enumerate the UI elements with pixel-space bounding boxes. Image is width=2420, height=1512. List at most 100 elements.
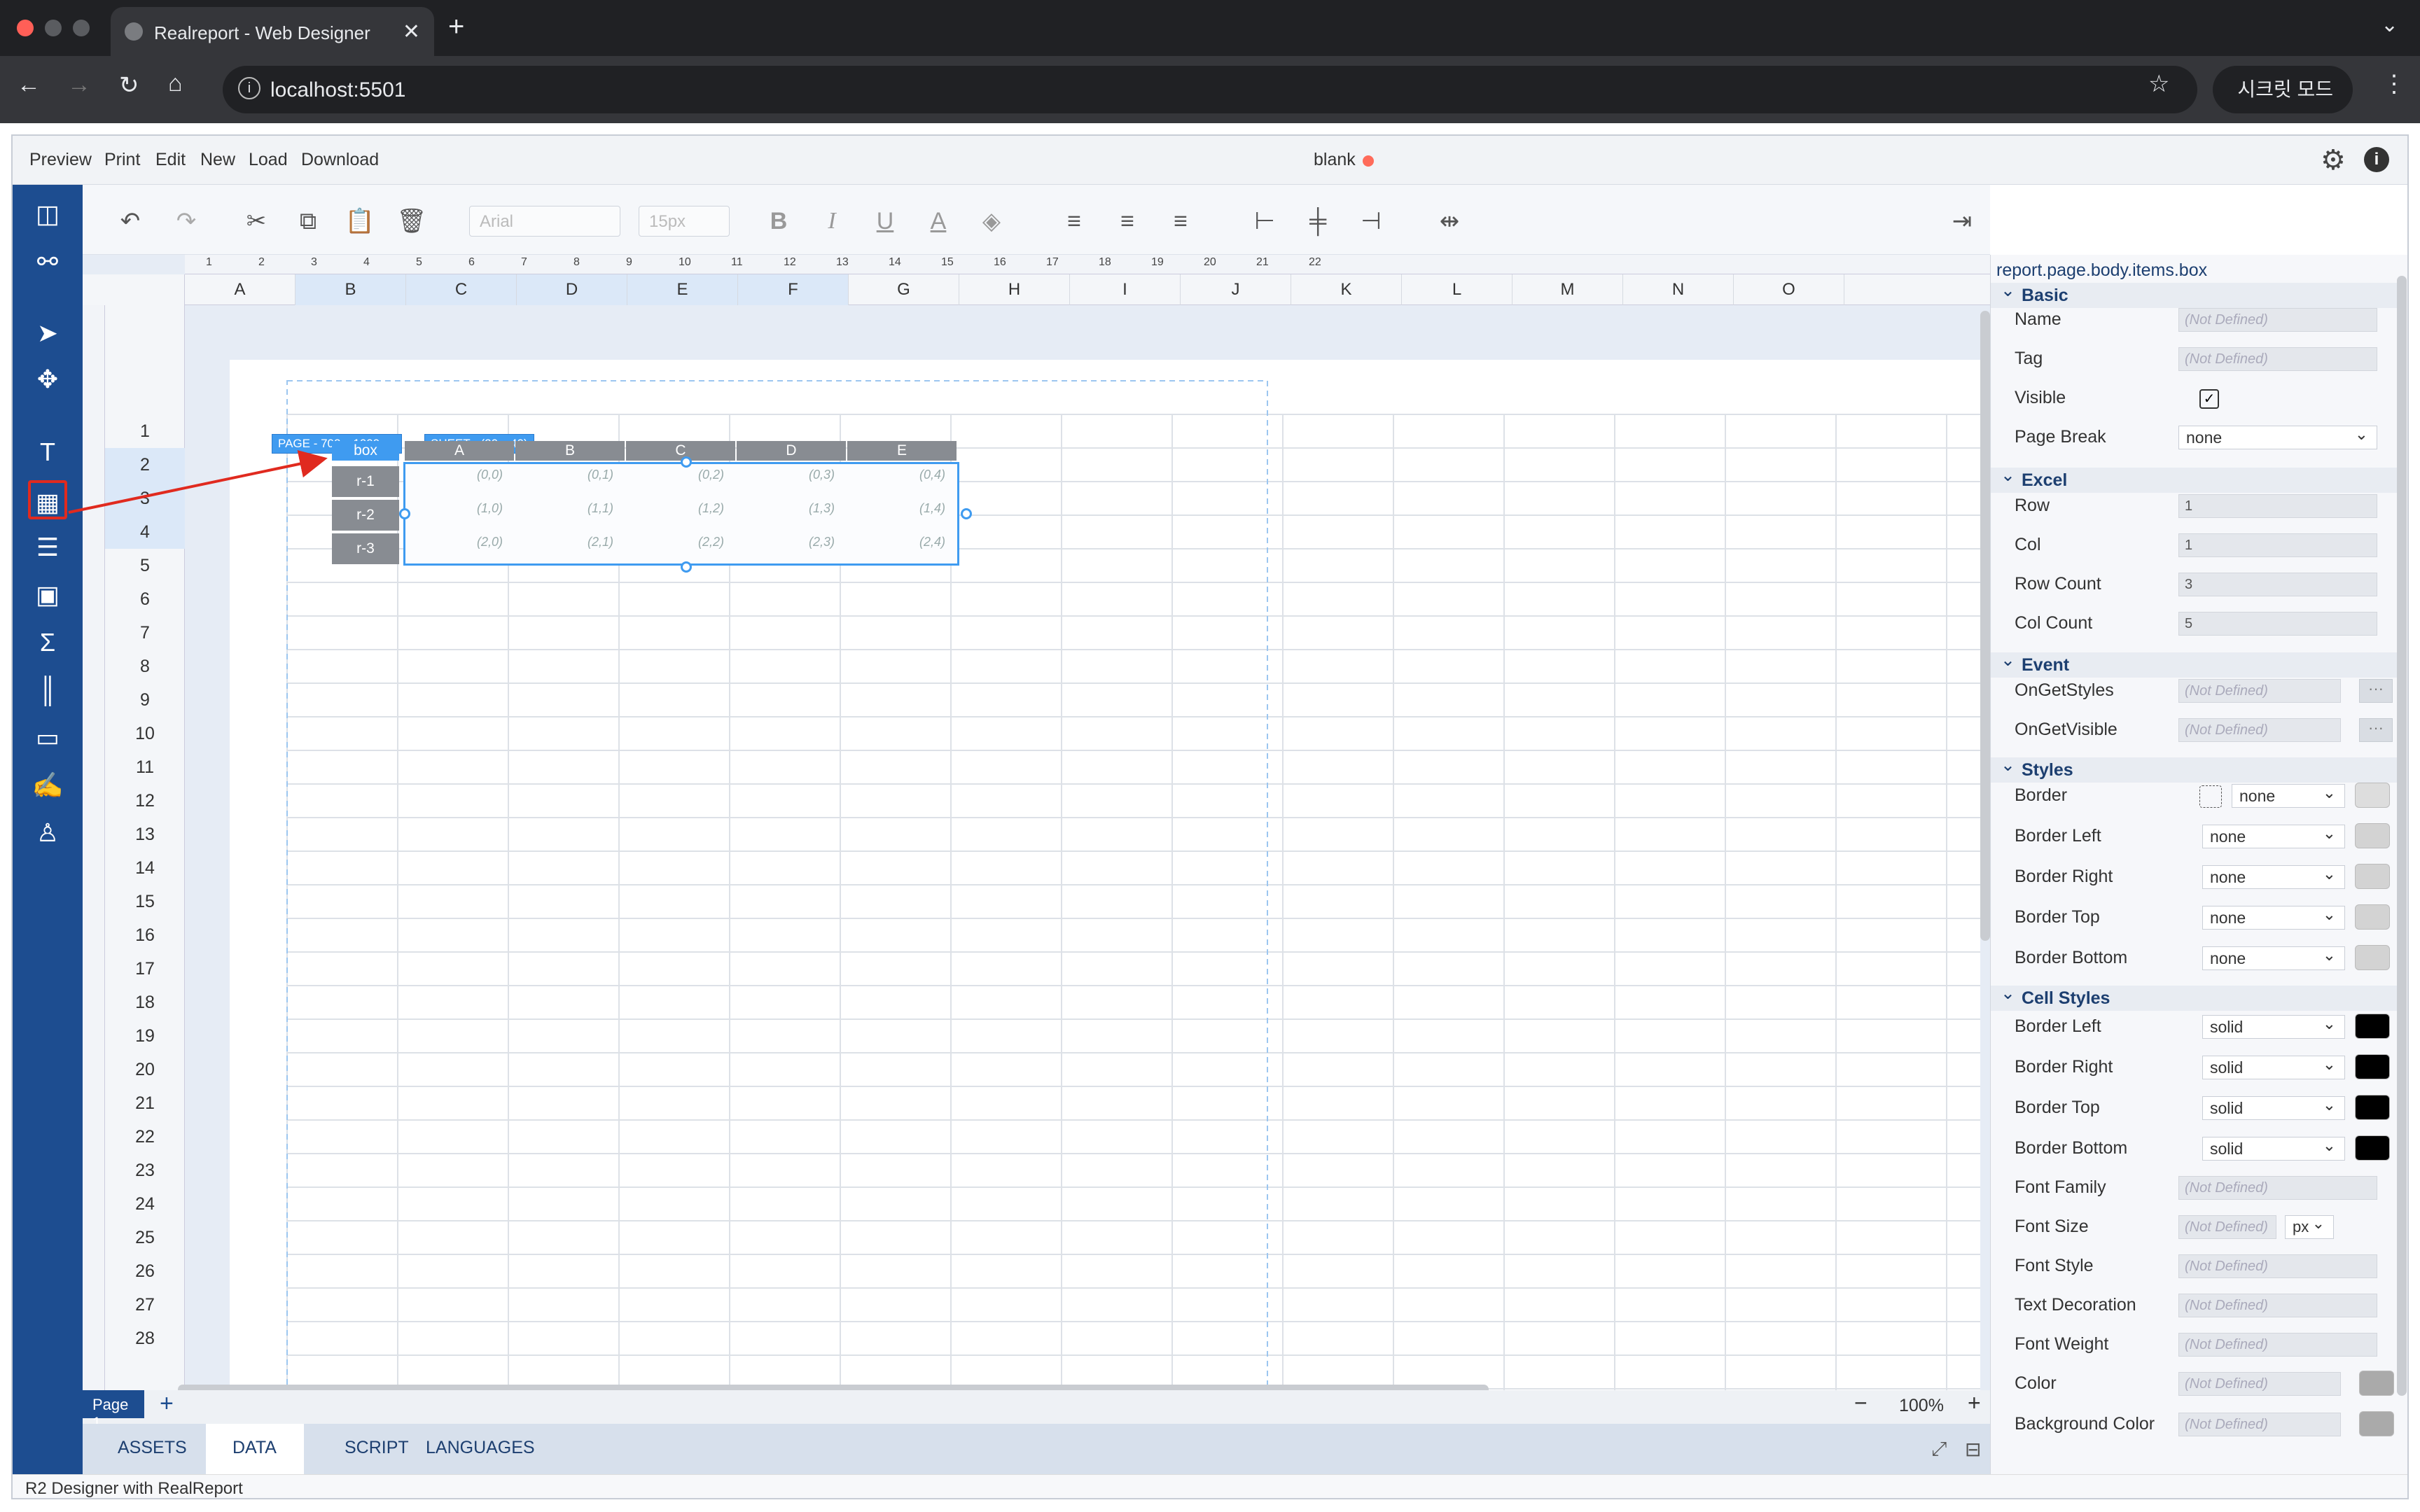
signature-tool-icon[interactable]: ✍ [28, 766, 67, 805]
column-header-c[interactable]: C [406, 274, 517, 305]
cell-text-decoration-select[interactable]: (Not Defined) [2178, 1294, 2377, 1317]
row-header-17[interactable]: 17 [105, 952, 185, 986]
close-tab-icon[interactable]: ✕ [403, 20, 420, 44]
field-tool-icon[interactable]: ▭ [28, 718, 67, 757]
browser-tab[interactable]: Realreport - Web Designer ✕ [111, 7, 434, 56]
gear-icon[interactable]: ⚙ [2321, 144, 2346, 176]
cell-color-swatch[interactable] [2359, 1371, 2394, 1396]
row-header-24[interactable]: 24 [105, 1187, 185, 1221]
resize-handle[interactable] [399, 508, 410, 519]
row-header-15[interactable]: 15 [105, 885, 185, 918]
border-right-color-swatch[interactable] [2355, 864, 2390, 889]
cell-font-family-select[interactable]: (Not Defined) [2178, 1176, 2377, 1200]
font-size-select[interactable]: 15px [639, 206, 730, 237]
cell-border-top-color-swatch[interactable] [2355, 1095, 2390, 1120]
home-icon[interactable]: ⌂ [168, 70, 183, 97]
forward-arrow-icon[interactable]: → [67, 71, 91, 99]
box-cell[interactable]: (2,3) [738, 535, 835, 550]
section-excel[interactable]: Excel [1991, 465, 2397, 493]
border-left-color-swatch[interactable] [2355, 823, 2390, 848]
info-icon[interactable]: i [2364, 147, 2389, 172]
back-arrow-icon[interactable]: ← [17, 71, 41, 99]
border-top-select[interactable]: none [2202, 905, 2345, 930]
minimize-window-button[interactable] [45, 20, 62, 36]
row-header-19[interactable]: 19 [105, 1019, 185, 1053]
underline-icon[interactable]: U [868, 204, 902, 238]
font-family-select[interactable]: Arial [469, 206, 620, 237]
tab-search-chevron-icon[interactable]: ⌄ [2381, 13, 2398, 37]
column-header-f[interactable]: F [738, 274, 849, 305]
align-left-icon[interactable]: ≡ [1057, 204, 1091, 238]
browser-menu-icon[interactable]: ⋮ [2382, 70, 2406, 98]
collapse-panel-icon[interactable]: ⇥ [1945, 204, 1979, 238]
new-tab-button[interactable]: + [448, 11, 464, 43]
vertical-scrollbar[interactable] [1980, 311, 1990, 941]
box-column-header[interactable]: B [515, 441, 625, 461]
box-column-header[interactable]: C [626, 441, 735, 461]
row-header-23[interactable]: 23 [105, 1154, 185, 1187]
row-header-13[interactable]: 13 [105, 818, 185, 851]
row-header-11[interactable]: 11 [105, 750, 185, 784]
fit-width-icon[interactable]: ⇹ [1433, 204, 1466, 238]
section-styles[interactable]: Styles [1991, 755, 2397, 783]
section-event[interactable]: Event [1991, 650, 2397, 678]
prop-tag-input[interactable]: (Not Defined) [2178, 347, 2377, 371]
column-header-o[interactable]: O [1734, 274, 1844, 305]
column-header-g[interactable]: G [849, 274, 959, 305]
expand-icon[interactable]: ⤢ [1931, 1438, 1947, 1461]
align-items-right-icon[interactable]: ⊣ [1354, 204, 1388, 238]
cell-background-color-swatch[interactable] [2359, 1411, 2394, 1436]
cell-background-color-input[interactable]: (Not Defined) [2178, 1413, 2341, 1436]
url-omnibox[interactable]: i localhost:5501 [223, 66, 2197, 113]
resize-handle[interactable] [681, 561, 692, 573]
cell-border-top-select[interactable]: solid [2202, 1096, 2345, 1120]
page-tab-1[interactable]: Page 1 [83, 1390, 144, 1424]
cell-border-left-select[interactable]: solid [2202, 1014, 2345, 1039]
column-header-n[interactable]: N [1623, 274, 1734, 305]
column-header-i[interactable]: I [1070, 274, 1181, 305]
resize-handle[interactable] [681, 456, 692, 468]
border-style-icon[interactable] [2199, 785, 2222, 808]
row-header-27[interactable]: 27 [105, 1288, 185, 1322]
border-bottom-select[interactable]: none [2202, 946, 2345, 970]
italic-icon[interactable]: I [815, 204, 849, 238]
on-get-styles-input[interactable]: (Not Defined) [2178, 679, 2341, 703]
on-get-visible-input[interactable]: (Not Defined) [2178, 718, 2341, 742]
box-cell[interactable]: (1,0) [406, 501, 503, 516]
row-header-9[interactable]: 9 [105, 683, 185, 717]
box-cell[interactable]: (0,0) [406, 468, 503, 482]
column-header-e[interactable]: E [627, 274, 738, 305]
box-cell[interactable]: (1,2) [627, 501, 724, 516]
align-items-left-icon[interactable]: ⊢ [1248, 204, 1281, 238]
zoom-in-button[interactable]: + [1968, 1390, 1981, 1416]
border-select[interactable]: none [2232, 783, 2345, 808]
font-size-unit-select[interactable]: px [2285, 1214, 2334, 1239]
tab-script[interactable]: SCRIPT [345, 1438, 409, 1458]
on-get-styles-edit-button[interactable]: ··· [2359, 679, 2393, 703]
cell-font-style-select[interactable]: (Not Defined) [2178, 1254, 2377, 1278]
column-header-k[interactable]: K [1291, 274, 1402, 305]
dock-panel-icon[interactable]: ⊟ [1965, 1438, 1981, 1461]
row-header-26[interactable]: 26 [105, 1254, 185, 1288]
column-header-j[interactable]: J [1181, 274, 1291, 305]
row-header-10[interactable]: 10 [105, 717, 185, 750]
add-page-button[interactable]: + [160, 1390, 174, 1418]
visible-checkbox[interactable]: ✓ [2199, 389, 2219, 409]
cell-border-right-select[interactable]: solid [2202, 1055, 2345, 1079]
cell-border-bottom-color-swatch[interactable] [2355, 1135, 2390, 1161]
prop-row-input[interactable]: 1 [2178, 494, 2377, 518]
border-color-swatch[interactable] [2355, 783, 2390, 808]
border-bottom-color-swatch[interactable] [2355, 945, 2390, 970]
border-left-select[interactable]: none [2202, 824, 2345, 848]
box-cell[interactable]: (1,4) [849, 501, 945, 516]
prop-col-input[interactable]: 1 [2178, 533, 2377, 557]
column-header-l[interactable]: L [1402, 274, 1512, 305]
tab-assets[interactable]: ASSETS [118, 1438, 187, 1458]
box-column-header[interactable]: E [847, 441, 957, 461]
border-right-select[interactable]: none [2202, 864, 2345, 889]
column-header-m[interactable]: M [1512, 274, 1623, 305]
box-cell[interactable]: (0,1) [517, 468, 613, 482]
box-cell[interactable]: (0,3) [738, 468, 835, 482]
box-cell[interactable]: (1,1) [517, 501, 613, 516]
property-scrollbar[interactable] [2397, 276, 2407, 1396]
